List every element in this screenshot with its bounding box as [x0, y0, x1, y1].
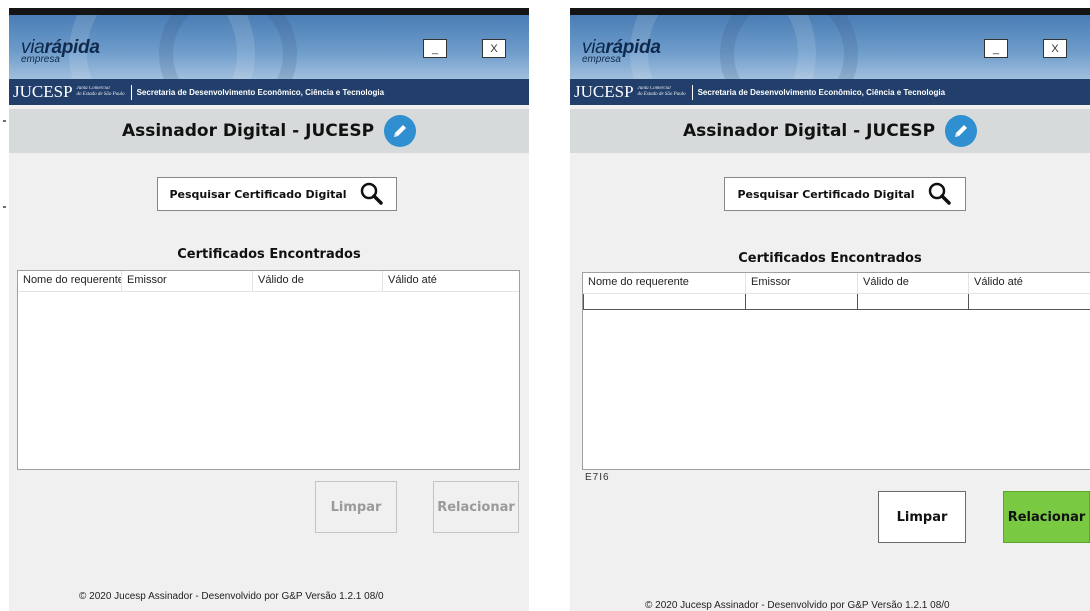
page-title: Assinador Digital - JUCESP — [682, 121, 936, 141]
org-separator — [691, 84, 693, 100]
table-cell[interactable] — [969, 294, 1090, 310]
table-header: Nome do requerente Emissor Válido de Vál… — [18, 271, 519, 292]
search-button-label: Pesquisar Certificado Digital — [169, 187, 347, 201]
jucesp-org-bar: JUCESP Junta Comercial do Estado de São P… — [570, 79, 1090, 105]
assinador-window-left: viarápida empresa _ X JUCESP Junta Comer… — [9, 8, 529, 611]
search-button-label: Pesquisar Certificado Digital — [737, 187, 915, 201]
banner-decoration — [159, 15, 297, 83]
table-row[interactable] — [583, 294, 1090, 310]
page-title: Assinador Digital - JUCESP — [121, 121, 375, 141]
close-button[interactable]: X — [1043, 39, 1067, 58]
secretaria-text: Secretaria de Desenvolvimento Econômico,… — [136, 87, 385, 97]
footer-text: © 2020 Jucesp Assinador - Desenvolvido p… — [645, 600, 950, 611]
edge-mark — [3, 206, 6, 208]
jucesp-logo: JUCESP — [13, 82, 73, 101]
certificates-table[interactable]: Nome do requerente Emissor Válido de Vál… — [17, 270, 520, 470]
screenshot-divider — [529, 0, 570, 611]
window-top-border — [9, 8, 529, 15]
org-separator — [130, 84, 132, 100]
relacionar-button[interactable]: Relacionar — [1003, 491, 1090, 543]
edge-mark — [3, 120, 6, 122]
status-code: E7I6 — [585, 472, 610, 483]
table-cell[interactable] — [858, 294, 969, 310]
search-icon — [928, 182, 951, 205]
viarapida-banner: viarápida empresa _ X — [9, 15, 529, 83]
search-certificate-button[interactable]: Pesquisar Certificado Digital — [157, 177, 397, 211]
column-header-nome[interactable]: Nome do requerente — [583, 273, 746, 293]
title-bar: Assinador Digital - JUCESP — [9, 109, 529, 153]
column-header-valido-de[interactable]: Válido de — [858, 273, 969, 293]
column-header-valido-de[interactable]: Válido de — [253, 271, 383, 291]
junta-comercial-text: Junta Comercial do Estado de São Paulo — [76, 86, 125, 97]
column-header-emissor[interactable]: Emissor — [122, 271, 253, 291]
column-header-emissor[interactable]: Emissor — [746, 273, 858, 293]
search-icon — [360, 182, 383, 205]
banner-decoration — [720, 15, 858, 83]
list-title: Certificados Encontrados — [177, 247, 361, 262]
certificates-table[interactable]: Nome do requerente Emissor Válido de Vál… — [582, 272, 1090, 470]
relacionar-button[interactable]: Relacionar — [433, 481, 519, 533]
minimize-button[interactable]: _ — [423, 39, 447, 58]
footer-text: © 2020 Jucesp Assinador - Desenvolvido p… — [79, 591, 384, 602]
table-cell[interactable] — [746, 294, 858, 310]
column-header-valido-ate[interactable]: Válido até — [383, 271, 519, 291]
title-bar: Assinador Digital - JUCESP — [570, 109, 1090, 153]
search-certificate-button[interactable]: Pesquisar Certificado Digital — [724, 177, 966, 211]
viarapida-banner: viarápida empresa _ X — [570, 15, 1090, 83]
jucesp-logo: JUCESP — [574, 82, 634, 101]
secretaria-text: Secretaria de Desenvolvimento Econômico,… — [697, 87, 946, 97]
column-header-nome[interactable]: Nome do requerente — [18, 271, 122, 291]
column-header-valido-ate[interactable]: Válido até — [969, 273, 1090, 293]
minimize-button[interactable]: _ — [984, 39, 1008, 58]
limpar-button[interactable]: Limpar — [878, 491, 966, 543]
pencil-icon — [945, 115, 978, 147]
table-header: Nome do requerente Emissor Válido de Vál… — [583, 273, 1090, 294]
limpar-button[interactable]: Limpar — [315, 481, 397, 533]
junta-comercial-text: Junta Comercial do Estado de São Paulo — [637, 86, 686, 97]
assinador-window-right: viarápida empresa _ X JUCESP Junta Comer… — [570, 8, 1090, 611]
table-cell[interactable] — [583, 294, 746, 310]
jucesp-org-bar: JUCESP Junta Comercial do Estado de São P… — [9, 79, 529, 105]
logo-subtitle: empresa — [21, 54, 60, 65]
list-title: Certificados Encontrados — [738, 251, 922, 266]
logo-subtitle: empresa — [582, 54, 621, 65]
window-top-border — [570, 8, 1090, 15]
close-button[interactable]: X — [482, 39, 506, 58]
pencil-icon — [384, 115, 417, 147]
